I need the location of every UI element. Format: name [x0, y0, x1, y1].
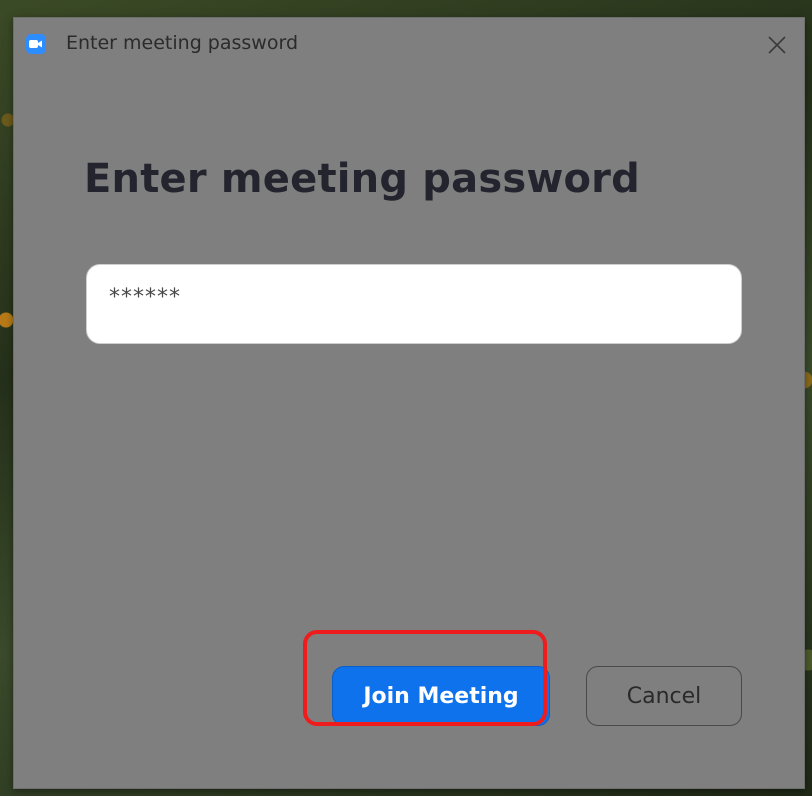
- window-title: Enter meeting password: [66, 32, 298, 54]
- close-button[interactable]: [760, 28, 794, 62]
- dialog-heading: Enter meeting password: [84, 156, 640, 202]
- password-input[interactable]: ******: [86, 264, 742, 344]
- password-value: ******: [109, 284, 181, 310]
- cancel-button[interactable]: Cancel: [586, 666, 742, 726]
- close-icon: [768, 36, 786, 54]
- zoom-camera-icon: [26, 34, 46, 54]
- title-bar: Enter meeting password: [14, 18, 804, 72]
- highlight-box: [303, 630, 547, 726]
